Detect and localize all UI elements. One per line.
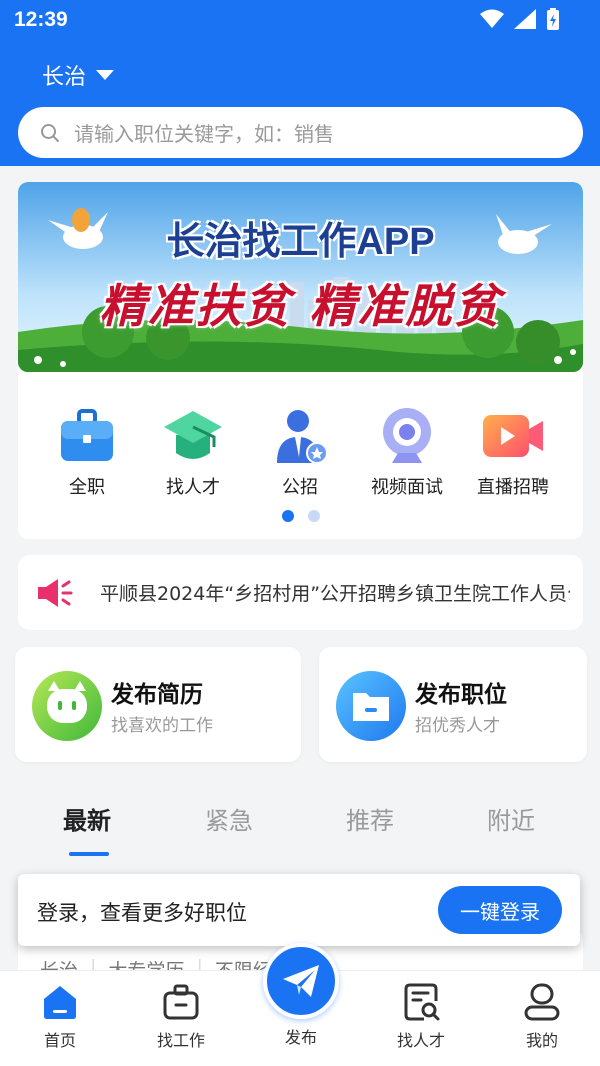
post-job-card[interactable]: 发布职位 招优秀人才 [319, 647, 587, 762]
category-live-recruitment[interactable]: 直播招聘 [458, 407, 568, 499]
smiley-face-icon [32, 671, 102, 741]
video-camera-icon [483, 415, 543, 457]
banner-title: 长治找工作APP [166, 221, 435, 263]
banner-card: 长治找工作APP 精准扶贫 精准脱贫 全职 找人才 公招 视频面试 直播招聘 [18, 182, 583, 539]
category-grid: 全职 找人才 公招 视频面试 直播招聘 [18, 407, 583, 498]
login-prompt: 登录，查看更多好职位 一键登录 [18, 874, 580, 946]
nav-label: 找人才 [396, 1031, 445, 1050]
carousel-dot[interactable] [307, 510, 320, 522]
tab-urgent[interactable]: 紧急 [205, 801, 253, 836]
paper-plane-icon [283, 965, 319, 997]
nav-label: 找工作 [156, 1031, 205, 1050]
search-input[interactable]: 请输入职位关键字，如：销售 [18, 107, 583, 158]
search-placeholder: 请输入职位关键字，如：销售 [74, 122, 334, 146]
nav-find-job[interactable]: 找工作 [131, 983, 231, 1051]
login-prompt-text: 登录，查看更多好职位 [37, 901, 247, 925]
category-find-talent[interactable]: 找人才 [138, 407, 248, 499]
top-header: 12:39 长治 请输入职位关键字，如：销售 [0, 0, 600, 166]
publish-button[interactable] [263, 943, 339, 1019]
search-icon [41, 123, 59, 142]
carousel-dot-active[interactable] [281, 510, 294, 522]
category-label: 全职 [69, 477, 105, 498]
tab-nearby[interactable]: 附近 [487, 801, 535, 836]
category-label: 找人才 [166, 477, 220, 498]
notice-text: 平顺县2024年“乡招村用”公开招聘乡镇卫生院工作人员公告 [100, 583, 570, 605]
category-public-recruitment[interactable]: 公招 [245, 407, 355, 499]
status-icons [480, 8, 560, 30]
status-bar: 12:39 [0, 0, 600, 42]
folder-icon [336, 671, 406, 741]
tab-latest[interactable]: 最新 [63, 801, 111, 836]
post-job-subtitle: 招优秀人才 [415, 716, 500, 736]
official-person-icon [277, 410, 328, 464]
category-label: 视频面试 [371, 477, 443, 498]
signal-icon [514, 9, 536, 29]
category-fulltime[interactable]: 全职 [32, 407, 142, 499]
nav-label: 发布 [284, 1028, 317, 1047]
city-name: 长治 [42, 65, 87, 90]
carousel-indicator [18, 510, 583, 522]
nav-label: 首页 [43, 1031, 76, 1050]
briefcase-outline-icon [163, 984, 199, 1020]
document-search-icon [404, 983, 440, 1021]
megaphone-icon [38, 578, 73, 607]
user-icon [524, 983, 560, 1021]
briefcase-icon [61, 409, 113, 461]
battery-icon [547, 8, 559, 30]
wifi-icon [480, 9, 504, 28]
caret-down-icon [96, 70, 115, 80]
tab-recommended[interactable]: 推荐 [346, 801, 394, 836]
category-video-interview[interactable]: 视频面试 [352, 407, 462, 499]
post-resume-subtitle: 找喜欢的工作 [111, 716, 213, 736]
job-list-tabs: 最新 紧急 推荐 附近 [0, 795, 600, 865]
category-label: 直播招聘 [477, 477, 549, 498]
post-resume-title: 发布简历 [111, 682, 203, 708]
nav-find-talent[interactable]: 找人才 [371, 983, 471, 1051]
post-job-title: 发布职位 [415, 682, 507, 708]
webcam-icon [383, 408, 431, 463]
one-click-login-button[interactable]: 一键登录 [438, 886, 562, 934]
nav-mine[interactable]: 我的 [492, 983, 592, 1051]
status-time: 12:39 [14, 8, 68, 31]
city-selector[interactable]: 长治 [42, 58, 115, 92]
home-icon [44, 986, 76, 1019]
banner-slogan: 精准扶贫 精准脱贫 [99, 279, 502, 333]
active-tab-indicator [69, 852, 109, 856]
category-label: 公招 [282, 477, 318, 498]
banner-image[interactable]: 长治找工作APP 精准扶贫 精准脱贫 [18, 182, 583, 372]
notice-ticker[interactable]: 平顺县2024年“乡招村用”公开招聘乡镇卫生院工作人员公告 [18, 555, 583, 630]
graduation-cap-icon [164, 411, 222, 459]
nav-label: 我的 [525, 1031, 558, 1050]
post-resume-card[interactable]: 发布简历 找喜欢的工作 [15, 647, 301, 762]
nav-home[interactable]: 首页 [10, 983, 110, 1051]
